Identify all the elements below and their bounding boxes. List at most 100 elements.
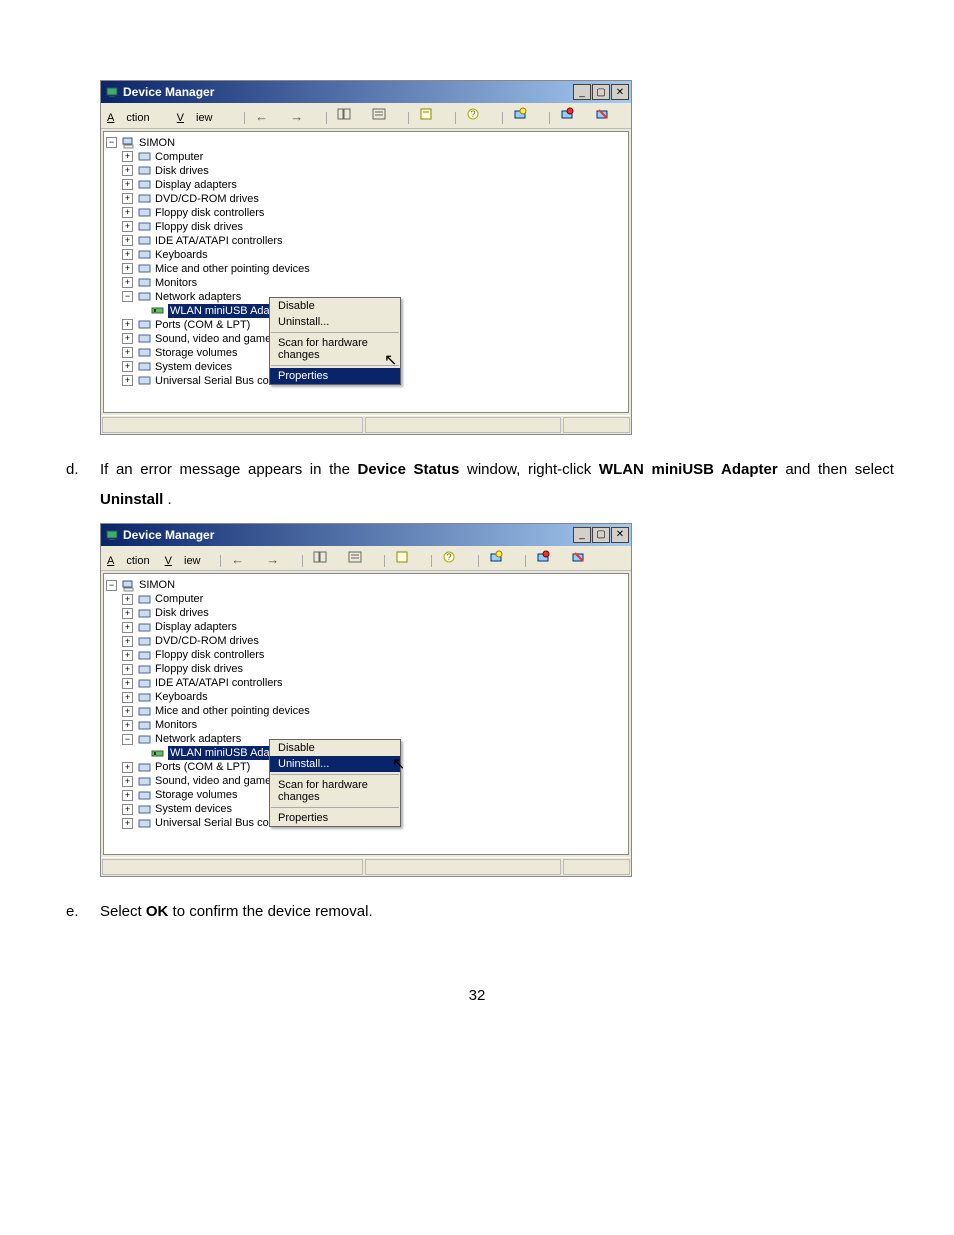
forward-icon[interactable]: →: [287, 108, 307, 126]
expand-icon[interactable]: +: [122, 165, 133, 176]
show-hide-tree-icon[interactable]: [310, 548, 330, 566]
expand-icon[interactable]: +: [122, 375, 133, 386]
tree-node-label: Monitors: [155, 276, 197, 290]
tree-node[interactable]: +Keyboards: [106, 248, 626, 262]
disable-icon[interactable]: [568, 548, 588, 566]
expand-icon[interactable]: +: [122, 706, 133, 717]
tree-node[interactable]: +Mice and other pointing devices: [106, 262, 626, 276]
device-tree[interactable]: − SIMON +Computer+Disk drives+Display ad…: [103, 131, 629, 413]
ctx-scan[interactable]: Scan for hardware changes: [270, 335, 400, 363]
tree-node[interactable]: +Computer: [106, 592, 626, 606]
instruction-e: e. Select OK to confirm the device remov…: [60, 897, 894, 927]
help-icon[interactable]: ?: [463, 105, 483, 123]
close-button[interactable]: ✕: [611, 527, 629, 543]
collapse-icon[interactable]: −: [106, 580, 117, 591]
expand-icon[interactable]: +: [122, 347, 133, 358]
expand-icon[interactable]: +: [122, 277, 133, 288]
expand-icon[interactable]: +: [122, 608, 133, 619]
expand-icon[interactable]: +: [122, 193, 133, 204]
maximize-button[interactable]: ▢: [592, 84, 610, 100]
expand-icon[interactable]: +: [122, 151, 133, 162]
tree-node[interactable]: +Display adapters: [106, 620, 626, 634]
expand-icon[interactable]: +: [122, 692, 133, 703]
expand-icon[interactable]: +: [122, 207, 133, 218]
ctx-disable[interactable]: Disable: [270, 740, 400, 756]
expand-icon[interactable]: +: [122, 720, 133, 731]
device-tree[interactable]: − SIMON +Computer+Disk drives+Display ad…: [103, 573, 629, 855]
uninstall-icon[interactable]: [557, 105, 577, 123]
expand-icon[interactable]: +: [122, 333, 133, 344]
menu-action[interactable]: Action: [107, 555, 150, 567]
tree-node[interactable]: +Disk drives: [106, 164, 626, 178]
list-icon[interactable]: [369, 105, 389, 123]
expand-icon[interactable]: +: [122, 594, 133, 605]
menu-action[interactable]: Action: [107, 112, 162, 124]
disable-icon[interactable]: [592, 105, 612, 123]
tree-node[interactable]: +IDE ATA/ATAPI controllers: [106, 676, 626, 690]
maximize-button[interactable]: ▢: [592, 527, 610, 543]
expand-icon[interactable]: +: [122, 762, 133, 773]
expand-icon[interactable]: +: [122, 249, 133, 260]
tree-node[interactable]: +Monitors: [106, 718, 626, 732]
ctx-scan[interactable]: Scan for hardware changes: [270, 777, 400, 805]
tree-node[interactable]: +Display adapters: [106, 178, 626, 192]
tree-node[interactable]: +Floppy disk controllers: [106, 206, 626, 220]
expand-icon[interactable]: +: [122, 263, 133, 274]
help-icon[interactable]: ?: [439, 548, 459, 566]
expand-icon[interactable]: +: [122, 804, 133, 815]
scan-hardware-icon[interactable]: [486, 548, 506, 566]
tree-node[interactable]: +Keyboards: [106, 690, 626, 704]
ctx-properties[interactable]: Properties: [270, 810, 400, 826]
expand-icon[interactable]: +: [122, 179, 133, 190]
tree-root[interactable]: − SIMON: [106, 136, 626, 150]
device-category-icon: [137, 676, 151, 690]
minimize-button[interactable]: _: [573, 84, 591, 100]
expand-icon[interactable]: +: [122, 235, 133, 246]
expand-icon[interactable]: +: [122, 790, 133, 801]
show-hide-tree-icon[interactable]: [334, 105, 354, 123]
expand-icon[interactable]: +: [122, 664, 133, 675]
tree-node[interactable]: +DVD/CD-ROM drives: [106, 634, 626, 648]
expand-icon[interactable]: +: [122, 221, 133, 232]
collapse-icon[interactable]: −: [122, 734, 133, 745]
ctx-properties[interactable]: Properties: [270, 368, 400, 384]
back-icon[interactable]: ←: [252, 108, 272, 126]
tree-root[interactable]: − SIMON: [106, 578, 626, 592]
menu-view[interactable]: View: [165, 555, 201, 567]
expand-icon[interactable]: +: [122, 622, 133, 633]
expand-icon[interactable]: +: [122, 678, 133, 689]
uninstall-icon[interactable]: [533, 548, 553, 566]
tree-node[interactable]: + Monitors: [106, 276, 626, 290]
collapse-icon[interactable]: −: [106, 137, 117, 148]
tree-node[interactable]: +IDE ATA/ATAPI controllers: [106, 234, 626, 248]
tree-node[interactable]: +DVD/CD-ROM drives: [106, 192, 626, 206]
tree-node[interactable]: +Floppy disk drives: [106, 662, 626, 676]
expand-icon[interactable]: +: [122, 361, 133, 372]
forward-icon[interactable]: →: [263, 550, 283, 568]
ctx-disable[interactable]: Disable: [270, 298, 400, 314]
close-button[interactable]: ✕: [611, 84, 629, 100]
device-category-icon: [137, 248, 151, 262]
menu-view[interactable]: View: [177, 112, 225, 124]
expand-icon[interactable]: +: [122, 818, 133, 829]
tree-node[interactable]: +Floppy disk drives: [106, 220, 626, 234]
properties-icon[interactable]: [416, 105, 436, 123]
collapse-icon[interactable]: −: [122, 291, 133, 302]
ctx-uninstall[interactable]: Uninstall...: [270, 756, 400, 772]
scan-hardware-icon[interactable]: [510, 105, 530, 123]
expand-icon[interactable]: +: [122, 319, 133, 330]
expand-icon[interactable]: +: [122, 636, 133, 647]
device-category-icon: [137, 788, 151, 802]
tree-node[interactable]: +Disk drives: [106, 606, 626, 620]
expand-icon[interactable]: +: [122, 776, 133, 787]
tree-node[interactable]: +Mice and other pointing devices: [106, 704, 626, 718]
tree-node[interactable]: +Computer: [106, 150, 626, 164]
list-icon[interactable]: [345, 548, 365, 566]
minimize-button[interactable]: _: [573, 527, 591, 543]
tree-node[interactable]: +Floppy disk controllers: [106, 648, 626, 662]
back-icon[interactable]: ←: [228, 550, 248, 568]
device-manager-app-icon: [105, 528, 119, 542]
ctx-uninstall[interactable]: Uninstall...: [270, 314, 400, 330]
expand-icon[interactable]: +: [122, 650, 133, 661]
properties-icon[interactable]: [392, 548, 412, 566]
